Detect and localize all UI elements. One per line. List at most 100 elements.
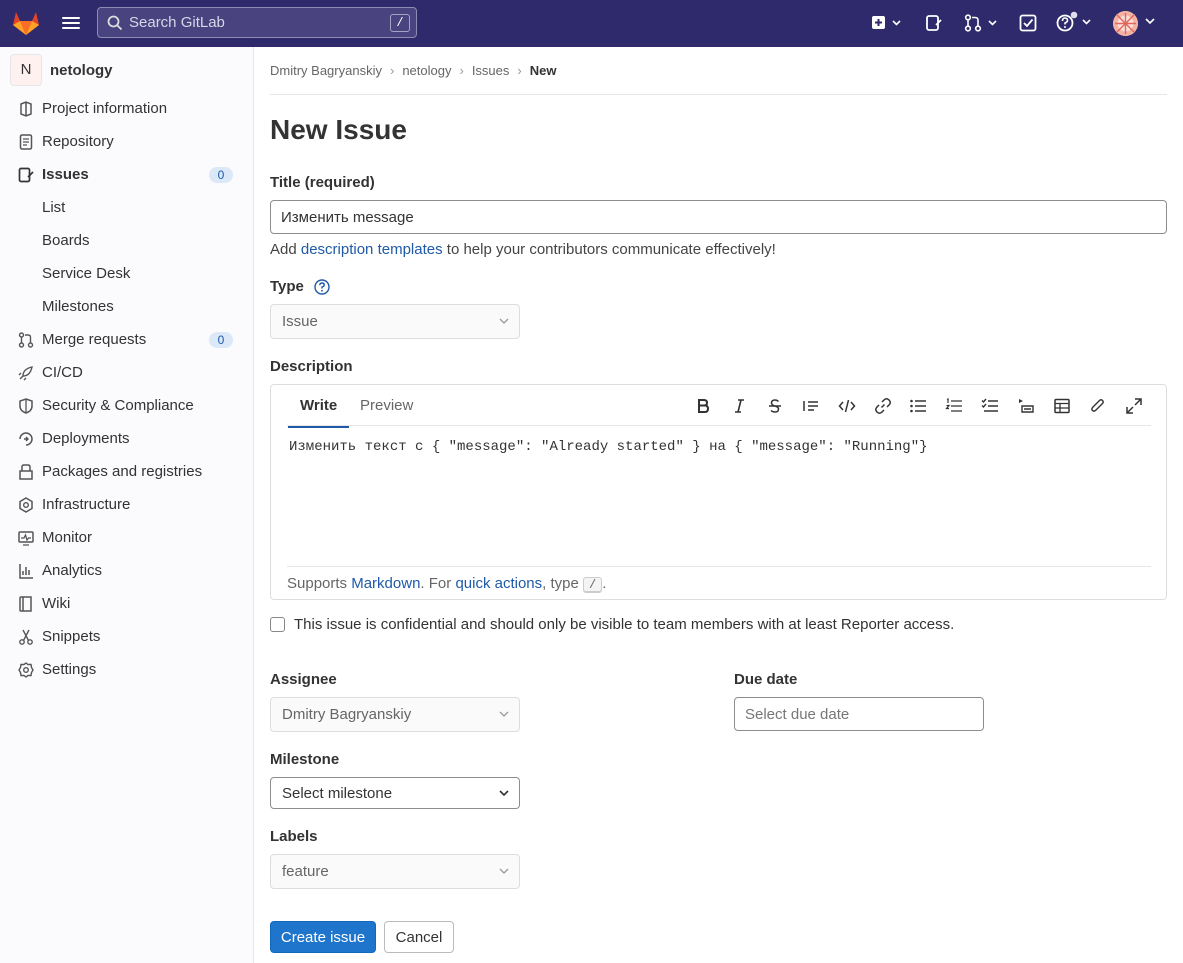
cancel-button[interactable]: Cancel bbox=[384, 921, 454, 953]
chevron-down-icon bbox=[499, 868, 509, 874]
labels-dropdown[interactable]: feature bbox=[270, 854, 520, 889]
italic-icon[interactable] bbox=[730, 397, 748, 415]
sidebar-item-issues[interactable]: Issues 0 bbox=[0, 158, 254, 191]
labels-value: feature bbox=[282, 863, 329, 880]
sidebar-item-deployments[interactable]: Deployments bbox=[0, 422, 254, 455]
assignee-dropdown[interactable]: Dmitry Bagryanskiy bbox=[270, 697, 520, 732]
merge-requests-count-badge: 0 bbox=[209, 331, 233, 348]
bold-icon[interactable] bbox=[694, 397, 712, 415]
assignee-value: Dmitry Bagryanskiy bbox=[282, 706, 412, 723]
collapsible-icon[interactable] bbox=[1017, 397, 1035, 415]
breadcrumb-item[interactable]: netology bbox=[402, 63, 451, 78]
sidebar-item-label: Boards bbox=[42, 232, 90, 249]
sidebar-item-label: Milestones bbox=[42, 298, 114, 315]
doc-icon bbox=[19, 134, 33, 150]
sidebar-item-analytics[interactable]: Analytics bbox=[0, 554, 254, 587]
tab-write[interactable]: Write bbox=[287, 397, 350, 428]
strikethrough-icon[interactable] bbox=[766, 397, 784, 415]
fullscreen-icon[interactable] bbox=[1125, 397, 1143, 415]
chevron-down-icon bbox=[499, 711, 509, 717]
sidebar-item-label: Infrastructure bbox=[42, 496, 131, 513]
sidebar-item-project-information[interactable]: Project information bbox=[0, 92, 254, 125]
code-icon[interactable] bbox=[838, 397, 856, 415]
sidebar-item-packages-registries[interactable]: Packages and registries bbox=[0, 455, 254, 488]
chevron-down-icon[interactable] bbox=[1145, 17, 1155, 25]
avatar[interactable] bbox=[1113, 11, 1138, 36]
page-title: New Issue bbox=[270, 114, 407, 145]
search-icon bbox=[107, 15, 123, 30]
sidebar-item-security-compliance[interactable]: Security & Compliance bbox=[0, 389, 254, 422]
sidebar-item-label: Security & Compliance bbox=[42, 397, 194, 414]
numbered-list-icon[interactable] bbox=[945, 397, 963, 415]
merge-request-icon[interactable] bbox=[964, 14, 998, 32]
chevron-down-icon bbox=[499, 790, 509, 797]
sidebar-item-settings[interactable]: Settings bbox=[0, 653, 254, 686]
search-input[interactable]: Search GitLab / bbox=[97, 7, 417, 38]
quick-actions-link[interactable]: quick actions bbox=[455, 575, 542, 592]
editor-footer: Supports Markdown. For quick actions, ty… bbox=[287, 566, 1151, 593]
menu-icon[interactable] bbox=[62, 14, 80, 32]
sidebar-item-repository[interactable]: Repository bbox=[0, 125, 254, 158]
quote-icon[interactable] bbox=[802, 397, 820, 415]
table-icon[interactable] bbox=[1053, 397, 1071, 415]
sidebar-item-label: Issues bbox=[42, 166, 89, 183]
sidebar-item-monitor[interactable]: Monitor bbox=[0, 521, 254, 554]
project-icon bbox=[20, 101, 32, 117]
type-dropdown[interactable]: Issue bbox=[270, 304, 520, 339]
sidebar-item-label: Packages and registries bbox=[42, 463, 203, 480]
top-bar: Search GitLab / bbox=[0, 0, 1183, 47]
sidebar-item-merge-requests[interactable]: Merge requests 0 bbox=[0, 323, 254, 356]
sidebar-item-infrastructure[interactable]: Infrastructure bbox=[0, 488, 254, 521]
labels-label: Labels bbox=[270, 828, 318, 845]
milestone-label: Milestone bbox=[270, 751, 340, 768]
due-date-placeholder: Select due date bbox=[745, 705, 850, 723]
create-issue-button[interactable]: Create issue bbox=[270, 921, 376, 953]
issues-icon[interactable] bbox=[925, 14, 943, 32]
project-header[interactable]: N netology bbox=[10, 54, 113, 86]
tab-preview[interactable]: Preview bbox=[360, 397, 413, 414]
sidebar-item-label: Repository bbox=[42, 133, 114, 150]
sidebar-item-label: Analytics bbox=[42, 562, 103, 579]
confidential-checkbox[interactable] bbox=[270, 617, 285, 632]
sidebar-item-milestones[interactable]: Milestones bbox=[0, 290, 254, 323]
sidebar-item-boards[interactable]: Boards bbox=[0, 224, 254, 257]
plus-square-icon[interactable] bbox=[871, 14, 901, 32]
todo-icon[interactable] bbox=[1019, 14, 1037, 32]
sidebar-item-label: List bbox=[42, 199, 66, 216]
package-icon bbox=[19, 464, 33, 480]
chart-icon bbox=[19, 564, 33, 579]
sidebar-item-ci-cd[interactable]: CI/CD bbox=[0, 356, 254, 389]
breadcrumb-item[interactable]: Dmitry Bagryanskiy bbox=[270, 63, 382, 78]
sidebar-item-service-desk[interactable]: Service Desk bbox=[0, 257, 254, 290]
description-textarea[interactable]: Изменить текст с { "message": "Already s… bbox=[289, 439, 928, 455]
attach-icon[interactable] bbox=[1089, 397, 1107, 415]
breadcrumb-item[interactable]: Issues bbox=[472, 63, 510, 78]
milestone-dropdown[interactable]: Select milestone bbox=[270, 777, 520, 809]
sidebar-item-list[interactable]: List bbox=[0, 191, 254, 224]
deployments-icon bbox=[19, 432, 33, 446]
divider bbox=[270, 94, 1167, 95]
book-icon bbox=[19, 596, 32, 612]
assignee-label: Assignee bbox=[270, 671, 337, 688]
sidebar-item-snippets[interactable]: Snippets bbox=[0, 620, 254, 653]
slash-kbd: / bbox=[583, 577, 603, 593]
title-input[interactable]: Изменить message bbox=[270, 200, 1167, 234]
description-templates-link[interactable]: description templates bbox=[301, 241, 443, 258]
help-icon[interactable] bbox=[1056, 11, 1092, 33]
search-placeholder: Search GitLab bbox=[129, 14, 225, 31]
breadcrumb-current[interactable]: New bbox=[530, 63, 557, 78]
link-icon[interactable] bbox=[874, 397, 892, 415]
sidebar-item-wiki[interactable]: Wiki bbox=[0, 587, 254, 620]
editor-tabs: Write Preview bbox=[287, 385, 1151, 428]
sidebar-item-label: CI/CD bbox=[42, 364, 83, 381]
markdown-link[interactable]: Markdown bbox=[351, 575, 420, 592]
title-value: Изменить message bbox=[281, 208, 414, 226]
footer-text: Supports bbox=[287, 575, 352, 592]
due-date-input[interactable]: Select due date bbox=[734, 697, 984, 731]
footer-text: . For bbox=[420, 575, 456, 592]
gitlab-logo-icon[interactable] bbox=[12, 9, 40, 41]
breadcrumb-separator: › bbox=[459, 63, 464, 78]
help-icon[interactable] bbox=[314, 278, 330, 295]
bullet-list-icon[interactable] bbox=[909, 397, 927, 415]
checklist-icon[interactable] bbox=[981, 397, 999, 415]
